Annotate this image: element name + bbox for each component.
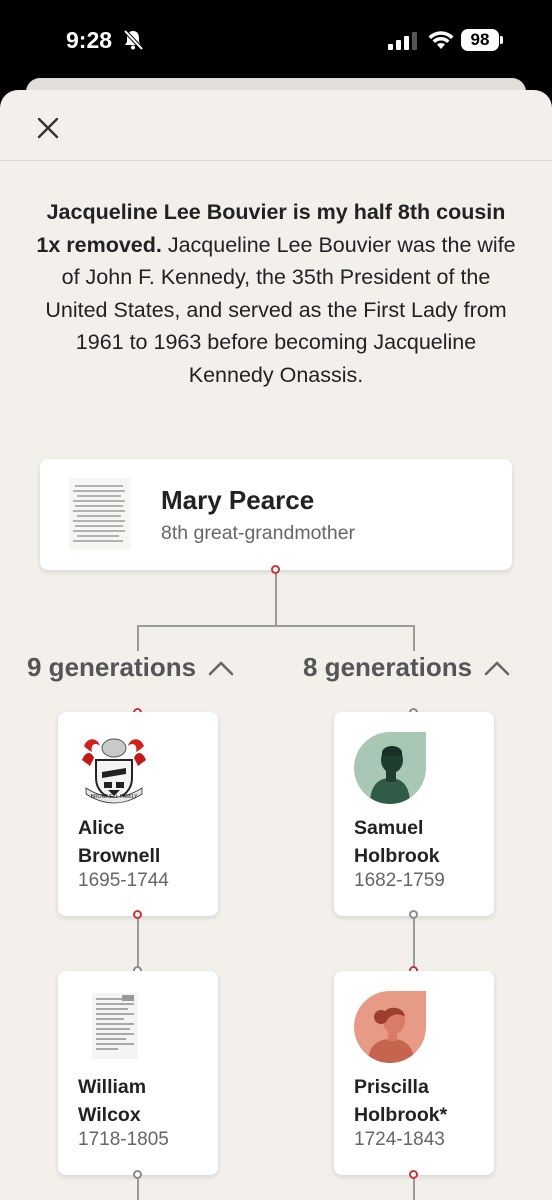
- connector-dot: [409, 1170, 418, 1179]
- person-last-name: Holbrook*: [354, 1104, 448, 1126]
- connector-dot: [133, 910, 142, 919]
- person-name: Alice Brownell: [78, 814, 208, 870]
- connector-line: [137, 1179, 139, 1200]
- connector-dot: [271, 565, 280, 574]
- person-last-name: Wilcox: [78, 1104, 141, 1126]
- person-name: William Wilcox: [78, 1073, 208, 1129]
- battery-indicator: 98: [461, 29, 499, 51]
- person-card-priscilla-holbrook[interactable]: Priscilla Holbrook* 1724-1843: [334, 971, 494, 1175]
- chevron-up-icon: [208, 661, 234, 675]
- close-button[interactable]: [28, 108, 68, 148]
- wifi-icon: [428, 31, 454, 49]
- person-years: 1682-1759: [354, 870, 445, 891]
- relationship-sheet: Jacqueline Lee Bouvier is my half 8th co…: [0, 90, 552, 1200]
- person-first-name: Samuel: [354, 817, 424, 839]
- person-card-william-wilcox[interactable]: William Wilcox 1718-1805: [58, 971, 218, 1175]
- male-avatar-icon: [354, 732, 426, 804]
- person-name: Priscilla Holbrook*: [354, 1073, 484, 1129]
- person-last-name: Holbrook: [354, 845, 440, 867]
- document-image: [92, 993, 138, 1059]
- connector-line: [137, 919, 139, 967]
- chevron-up-icon: [484, 661, 510, 675]
- connector-line: [413, 625, 415, 651]
- connector-line: [275, 574, 277, 626]
- connector-line: [413, 1179, 415, 1200]
- generations-label: 8 generations: [303, 652, 473, 682]
- common-ancestor-card[interactable]: Mary Pearce 8th great-grandmother: [40, 459, 512, 570]
- connector-line: [137, 625, 415, 627]
- sheet-header: [0, 90, 552, 161]
- bell-slash-icon: [123, 29, 144, 51]
- connector-line: [413, 919, 415, 967]
- person-years: 1724-1843: [354, 1129, 445, 1150]
- ancestor-relation: 8th great-grandmother: [161, 522, 356, 544]
- person-years: 1695-1744: [78, 870, 169, 891]
- document-thumbnail: [69, 478, 131, 550]
- person-card-alice-brownell[interactable]: BROWNELL FAMILY Alice Brownell 1695-1744: [58, 712, 218, 916]
- connector-dot: [409, 910, 418, 919]
- person-first-name: William: [78, 1076, 147, 1098]
- person-card-samuel-holbrook[interactable]: Samuel Holbrook 1682-1759: [334, 712, 494, 916]
- status-bar: 9:28 98: [0, 0, 552, 84]
- female-avatar-icon: [354, 991, 426, 1063]
- status-time: 9:28: [66, 27, 113, 53]
- ancestor-name: Mary Pearce: [161, 485, 315, 515]
- relationship-description: Jacqueline Lee Bouvier is my half 8th co…: [36, 196, 516, 391]
- cellular-signal-icon: [388, 32, 417, 50]
- right-generations-toggle[interactable]: 8 generations: [303, 652, 510, 683]
- battery-nub: [500, 36, 503, 44]
- coat-of-arms-image: BROWNELL FAMILY: [82, 738, 146, 804]
- close-icon: [37, 117, 59, 139]
- person-name: Samuel Holbrook: [354, 814, 484, 870]
- connector-line: [137, 625, 139, 651]
- person-years: 1718-1805: [78, 1129, 169, 1150]
- person-first-name: Alice: [78, 817, 125, 839]
- generations-label: 9 generations: [27, 652, 197, 682]
- person-last-name: Brownell: [78, 845, 161, 867]
- left-generations-toggle[interactable]: 9 generations: [27, 652, 234, 683]
- connector-dot: [133, 1170, 142, 1179]
- person-first-name: Priscilla: [354, 1076, 429, 1098]
- svg-text:BROWNELL FAMILY: BROWNELL FAMILY: [91, 794, 138, 800]
